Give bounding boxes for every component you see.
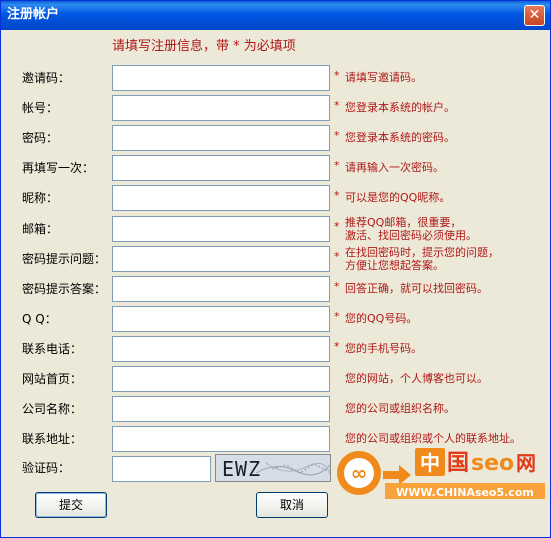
svg-text:网: 网 xyxy=(516,451,536,475)
field-input[interactable] xyxy=(112,216,330,242)
cancel-button[interactable]: 取消 xyxy=(256,492,328,518)
svg-text:seo: seo xyxy=(471,451,514,476)
required-mark: * xyxy=(334,280,340,293)
field-hint-line2: 激活、找回密码必须使用。 xyxy=(345,229,477,242)
field-hint: 您的手机号码。 xyxy=(345,342,422,355)
field-input[interactable] xyxy=(112,366,330,392)
required-mark: * xyxy=(334,129,340,142)
svg-text:∞: ∞ xyxy=(351,461,368,485)
required-mark: * xyxy=(334,250,340,263)
captcha-image[interactable]: EWZ xyxy=(215,454,331,482)
field-hint: 您登录本系统的密码。 xyxy=(345,131,455,144)
field-hint-line2: 方便让您想起答案。 xyxy=(345,259,444,272)
field-hint: 可以是您的QQ昵称。 xyxy=(345,191,451,204)
field-input[interactable] xyxy=(112,65,330,91)
required-mark: * xyxy=(334,99,340,112)
captcha-label: 验证码： xyxy=(22,461,71,475)
required-mark: * xyxy=(334,310,340,323)
field-label: 密码提示答案： xyxy=(22,282,107,296)
field-label: 联系电话： xyxy=(22,342,83,356)
required-mark: * xyxy=(334,220,340,233)
required-mark: * xyxy=(334,159,340,172)
submit-button[interactable]: 提交 xyxy=(35,492,107,518)
captcha-code: EWZ xyxy=(222,457,262,481)
field-input[interactable] xyxy=(112,185,330,211)
field-hint: 您的网站，个人博客也可以。 xyxy=(345,372,488,385)
field-label: 密码： xyxy=(22,131,59,145)
chinaseo5-watermark-logo: ∞ 中 国 seo 网 WWW.CHINAseo5.com xyxy=(337,448,545,499)
field-label: 帐号： xyxy=(22,101,59,115)
field-label: 密码提示问题： xyxy=(22,252,107,266)
field-input[interactable] xyxy=(112,336,330,362)
field-label: 邮箱： xyxy=(22,222,59,236)
field-hint: 回答正确，就可以找回密码。 xyxy=(345,282,488,295)
field-label: 网站首页： xyxy=(22,372,83,386)
title-bar[interactable]: 注册帐户 ✕ xyxy=(1,1,550,30)
field-label: 再填写一次： xyxy=(22,161,95,175)
field-hint: 请填写邀请码。 xyxy=(345,71,422,84)
field-input[interactable] xyxy=(112,125,330,151)
field-hint: 在找回密码时，提示您的问题， xyxy=(345,246,499,259)
close-icon: ✕ xyxy=(528,7,541,23)
close-button[interactable]: ✕ xyxy=(524,5,545,26)
field-hint: 您登录本系统的帐户。 xyxy=(345,101,455,114)
required-mark: * xyxy=(334,189,340,202)
svg-text:国: 国 xyxy=(447,451,469,476)
field-hint: 请再输入一次密码。 xyxy=(345,161,444,174)
window-title: 注册帐户 xyxy=(7,7,60,22)
field-label: 昵称： xyxy=(22,191,59,205)
field-label: Q Q： xyxy=(22,312,57,326)
field-input[interactable] xyxy=(112,396,330,422)
field-hint: 您的QQ号码。 xyxy=(345,312,418,325)
field-input[interactable] xyxy=(112,95,330,121)
field-input[interactable] xyxy=(112,276,330,302)
field-input[interactable] xyxy=(112,246,330,272)
field-label: 公司名称： xyxy=(22,402,83,416)
field-label: 邀请码： xyxy=(22,71,71,85)
required-mark: * xyxy=(334,340,340,353)
captcha-input[interactable] xyxy=(112,456,211,482)
field-hint: 推荐QQ邮箱，很重要， xyxy=(345,216,462,229)
field-input[interactable] xyxy=(112,306,330,332)
field-label: 联系地址： xyxy=(22,432,83,446)
required-mark: * xyxy=(334,69,340,82)
field-input[interactable] xyxy=(112,155,330,181)
register-dialog: 注册帐户 ✕ 请填写注册信息，带 * 为必填项 邀请码： * 请填写邀请码。帐号： *… xyxy=(0,0,551,538)
svg-text:WWW.CHINAseo5.com: WWW.CHINAseo5.com xyxy=(396,486,534,499)
instruction-text: 请填写注册信息，带 * 为必填项 xyxy=(112,39,296,54)
field-input[interactable] xyxy=(112,426,330,452)
field-hint: 您的公司或组织名称。 xyxy=(345,402,455,415)
svg-text:中: 中 xyxy=(420,451,440,475)
